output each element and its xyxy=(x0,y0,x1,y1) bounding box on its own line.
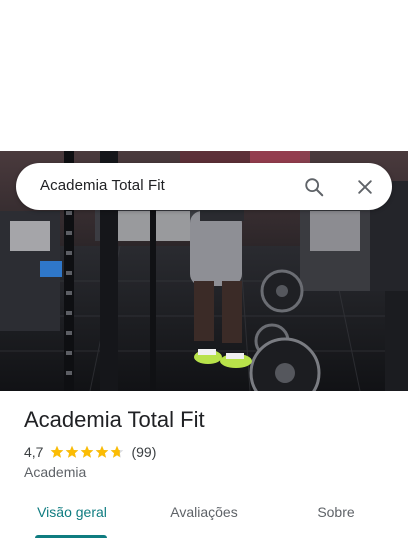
rating-row[interactable]: 4,7 (99) xyxy=(24,443,156,461)
review-count: (99) xyxy=(131,444,157,460)
tab-about[interactable]: Sobre xyxy=(290,504,382,534)
search-button[interactable] xyxy=(298,171,330,203)
star-icon xyxy=(111,445,124,458)
active-tab-indicator xyxy=(35,535,107,538)
rating-value: 4,7 xyxy=(24,444,44,460)
star-icon xyxy=(51,445,64,458)
search-icon xyxy=(305,178,324,197)
clear-search-button[interactable] xyxy=(349,171,381,203)
star-icon xyxy=(66,445,79,458)
star-icon xyxy=(81,445,94,458)
place-page: Academia Total Fit Academia Total Fit 4,… xyxy=(0,0,408,542)
close-icon xyxy=(358,180,372,194)
tab-overview[interactable]: Visão geral xyxy=(24,504,120,534)
star-icon xyxy=(96,445,109,458)
tab-reviews[interactable]: Avaliações xyxy=(156,504,252,534)
search-input[interactable]: Academia Total Fit xyxy=(40,177,165,194)
place-title: Academia Total Fit xyxy=(24,407,205,432)
place-category: Academia xyxy=(24,464,87,480)
star-rating xyxy=(50,445,125,459)
search-bar[interactable]: Academia Total Fit xyxy=(16,163,392,210)
